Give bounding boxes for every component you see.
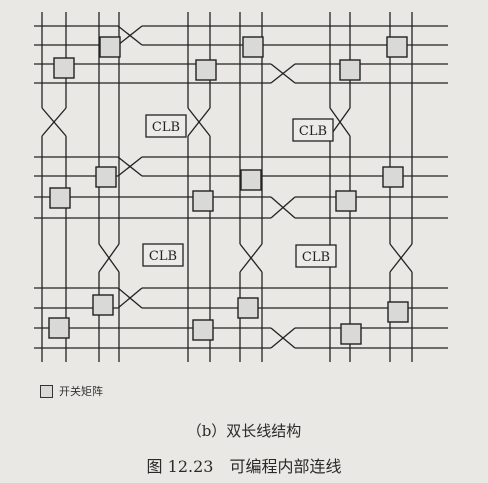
legend: 开关矩阵 xyxy=(40,383,103,399)
switch-matrix-box xyxy=(92,294,114,316)
switch-matrix-box xyxy=(339,59,361,81)
routing-diagram: CLB CLB CLB CLB xyxy=(34,12,448,362)
switch-matrix-box xyxy=(195,59,217,81)
switch-matrix-box xyxy=(49,187,71,209)
clb-label: CLB xyxy=(152,120,180,135)
figure-caption: 图 12.23 可编程内部连线 xyxy=(146,457,342,476)
switch-matrix-box xyxy=(240,169,262,191)
switch-matrix-box xyxy=(335,190,357,212)
clb-label: CLB xyxy=(149,249,177,264)
switch-matrix-box xyxy=(242,36,264,58)
switch-matrix-box xyxy=(386,36,408,58)
switch-matrix-legend-icon xyxy=(40,384,53,398)
switch-matrix-box xyxy=(387,301,409,323)
legend-label: 开关矩阵 xyxy=(59,385,103,398)
subcaption: （b）双长线结构 xyxy=(186,422,302,440)
switch-matrix-box xyxy=(192,319,214,341)
switch-matrix-box xyxy=(192,190,214,212)
switch-matrix-box xyxy=(340,323,362,345)
switch-matrix-box xyxy=(99,36,121,58)
switch-matrix-box xyxy=(48,317,70,339)
clb-label: CLB xyxy=(299,124,327,139)
switch-matrix-box xyxy=(53,57,75,79)
switch-matrix-box xyxy=(95,166,117,188)
switch-matrix-box xyxy=(237,297,259,319)
switch-matrix-box xyxy=(382,166,404,188)
clb-label: CLB xyxy=(302,250,330,265)
